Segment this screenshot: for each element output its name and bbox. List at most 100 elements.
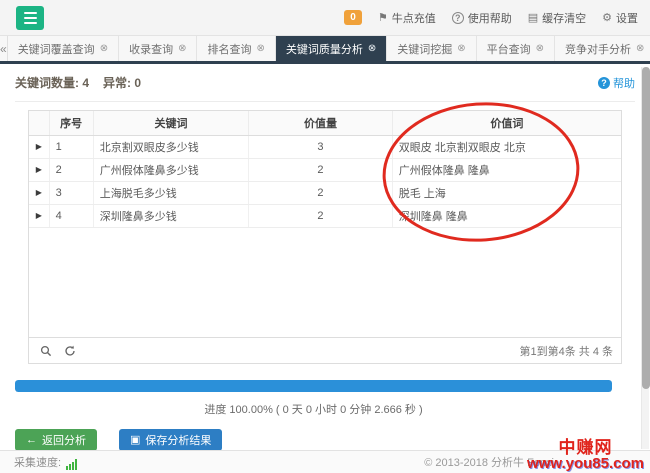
tab-竞争对手分析[interactable]: 竞争对手分析 ⊗ bbox=[555, 36, 650, 61]
progress-track bbox=[15, 380, 612, 392]
cache-clear-icon: ▤ bbox=[528, 11, 538, 24]
vertical-scrollbar bbox=[641, 67, 649, 449]
tab-close-icon[interactable]: ⊗ bbox=[536, 43, 544, 54]
save-button-label: 保存分析结果 bbox=[145, 432, 211, 448]
refresh-icon[interactable] bbox=[61, 342, 79, 360]
flag-icon: ⚑ bbox=[378, 11, 388, 24]
tab-label: 关键词质量分析 bbox=[286, 41, 363, 57]
tab-close-icon[interactable]: ⊗ bbox=[457, 43, 465, 54]
collect-speed-indicator: 采集速度: bbox=[14, 454, 77, 470]
col-header-index: 序号 bbox=[49, 111, 93, 135]
question-circle-icon: ? bbox=[598, 77, 610, 89]
grid-empty-area bbox=[29, 228, 621, 338]
table-row[interactable]: ▶1北京割双眼皮多少钱3双眼皮 北京割双眼皮 北京 bbox=[29, 135, 621, 158]
table-header-row: 序号 关键词 价值量 价值词 bbox=[29, 111, 621, 135]
tab-label: 关键词覆盖查询 bbox=[18, 41, 95, 57]
tab-close-icon[interactable]: ⊗ bbox=[636, 43, 644, 54]
row-keyword: 北京割双眼皮多少钱 bbox=[93, 135, 249, 158]
keyword-datagrid: 序号 关键词 价值量 价值词 ▶1北京割双眼皮多少钱3双眼皮 北京割双眼皮 北京… bbox=[28, 110, 622, 364]
topbar-item[interactable]: ⚑ 牛点充值 bbox=[378, 10, 436, 26]
arrow-left-icon: ← bbox=[26, 434, 37, 446]
row-value-count: 2 bbox=[249, 204, 392, 227]
help-label: 帮助 bbox=[613, 75, 635, 91]
action-buttons: ← 返回分析 ▣ 保存分析结果 bbox=[15, 429, 635, 451]
top-bar: 0 ⚑ 牛点充值? 使用帮助 ▤缓存清空 ⚙ 设置 bbox=[0, 0, 650, 36]
row-keyword: 深圳隆鼻多少钱 bbox=[93, 204, 249, 227]
col-header-value-count: 价值量 bbox=[249, 111, 392, 135]
main-content: 关键词数量: 4 异常: 0 ? 帮助 序号 关键词 价值量 bbox=[0, 64, 650, 451]
row-value-count: 2 bbox=[249, 181, 392, 204]
menu-button[interactable] bbox=[16, 6, 44, 30]
tab-排名查询[interactable]: 排名查询 ⊗ bbox=[197, 36, 275, 61]
status-bar: 采集速度: © 2013-2018 分析牛 Fenxi bbox=[0, 450, 650, 473]
tab-close-icon[interactable]: ⊗ bbox=[100, 43, 108, 54]
tab-关键词挖掘[interactable]: 关键词挖掘 ⊗ bbox=[387, 36, 476, 61]
signal-bars-icon bbox=[66, 459, 77, 470]
row-expander-icon[interactable]: ▶ bbox=[29, 181, 49, 204]
tab-关键词覆盖查询[interactable]: 关键词覆盖查询 ⊗ bbox=[8, 36, 119, 61]
row-expander-icon[interactable]: ▶ bbox=[29, 135, 49, 158]
abnormal-count-stat: 异常: 0 bbox=[103, 74, 141, 91]
topbar-item[interactable]: ▤缓存清空 bbox=[528, 10, 586, 26]
tab-label: 竞争对手分析 bbox=[565, 41, 631, 57]
tab-label: 平台查询 bbox=[487, 41, 531, 57]
row-index: 3 bbox=[49, 181, 93, 204]
tab-close-icon[interactable]: ⊗ bbox=[368, 43, 376, 54]
keyword-count-stat: 关键词数量: 4 bbox=[15, 74, 89, 91]
row-index: 4 bbox=[49, 204, 93, 227]
summary-row: 关键词数量: 4 异常: 0 ? 帮助 bbox=[15, 64, 635, 102]
row-index: 1 bbox=[49, 135, 93, 158]
table-row[interactable]: ▶2广州假体隆鼻多少钱2广州假体隆鼻 隆鼻 bbox=[29, 158, 621, 181]
topbar-item[interactable]: ⚙ 设置 bbox=[602, 10, 638, 26]
scrollbar-thumb[interactable] bbox=[642, 67, 650, 389]
row-value-words: 脱毛 上海 bbox=[392, 181, 621, 204]
topbar-item[interactable]: ? 使用帮助 bbox=[452, 10, 512, 26]
help-circle-icon: ? bbox=[452, 12, 464, 24]
tab-strip: 关键词覆盖查询⊗收录查询⊗排名查询⊗关键词质量分析⊗关键词挖掘⊗平台查询⊗竞争对… bbox=[8, 36, 650, 61]
row-expander-icon[interactable]: ▶ bbox=[29, 158, 49, 181]
row-expander-icon[interactable]: ▶ bbox=[29, 204, 49, 227]
tab-label: 排名查询 bbox=[207, 41, 251, 57]
tab-close-icon[interactable]: ⊗ bbox=[178, 43, 186, 54]
table-row[interactable]: ▶4深圳隆鼻多少钱2深圳隆鼻 隆鼻 bbox=[29, 204, 621, 227]
pagination-info: 第1到第4条 共 4 条 bbox=[519, 343, 613, 359]
tab-label: 收录查询 bbox=[129, 41, 173, 57]
tabs-scroll-left-button[interactable]: « bbox=[0, 36, 8, 61]
back-to-analysis-button[interactable]: ← 返回分析 bbox=[15, 429, 97, 451]
search-icon[interactable] bbox=[37, 342, 55, 360]
tab-bar: « 关键词覆盖查询⊗收录查询⊗排名查询⊗关键词质量分析⊗关键词挖掘⊗平台查询⊗竞… bbox=[0, 36, 650, 64]
progress-bar bbox=[15, 380, 612, 392]
col-header-keyword: 关键词 bbox=[93, 111, 249, 135]
tab-label: 关键词挖掘 bbox=[397, 41, 452, 57]
copyright-text: © 2013-2018 分析牛 Fenxi bbox=[424, 454, 640, 470]
help-link[interactable]: ? 帮助 bbox=[598, 75, 635, 91]
settings-icon: ⚙ bbox=[602, 11, 612, 24]
notification-badge: 0 bbox=[344, 10, 362, 25]
tab-收录查询[interactable]: 收录查询 ⊗ bbox=[119, 36, 197, 61]
grid-footer-toolbar: 第1到第4条 共 4 条 bbox=[29, 337, 621, 363]
save-icon: ▣ bbox=[130, 435, 140, 446]
row-keyword: 广州假体隆鼻多少钱 bbox=[93, 158, 249, 181]
progress-status-text: 进度 100.00% ( 0 天 0 小时 0 分钟 2.666 秒 ) bbox=[15, 401, 612, 417]
topbar-item-label: 设置 bbox=[616, 10, 638, 26]
row-value-words: 广州假体隆鼻 隆鼻 bbox=[392, 158, 621, 181]
col-header-value-words: 价值词 bbox=[392, 111, 621, 135]
topbar-item-label: 使用帮助 bbox=[468, 10, 512, 26]
tab-关键词质量分析[interactable]: 关键词质量分析 ⊗ bbox=[276, 36, 387, 61]
topbar-item-label: 牛点充值 bbox=[392, 10, 436, 26]
tab-close-icon[interactable]: ⊗ bbox=[256, 43, 264, 54]
row-value-words: 双眼皮 北京割双眼皮 北京 bbox=[392, 135, 621, 158]
keyword-table: 序号 关键词 价值量 价值词 ▶1北京割双眼皮多少钱3双眼皮 北京割双眼皮 北京… bbox=[29, 111, 621, 228]
collect-speed-label: 采集速度: bbox=[14, 454, 61, 470]
row-value-words: 深圳隆鼻 隆鼻 bbox=[392, 204, 621, 227]
row-value-count: 2 bbox=[249, 158, 392, 181]
tab-平台查询[interactable]: 平台查询 ⊗ bbox=[477, 36, 555, 61]
save-results-button[interactable]: ▣ 保存分析结果 bbox=[119, 429, 222, 451]
row-index: 2 bbox=[49, 158, 93, 181]
back-button-label: 返回分析 bbox=[42, 432, 86, 448]
expander-header bbox=[29, 111, 49, 135]
row-value-count: 3 bbox=[249, 135, 392, 158]
app-window: 0 ⚑牛点充值?使用帮助▤缓存清空⚙设置 « 关键词覆盖查询⊗收录查询⊗排名查询… bbox=[0, 0, 650, 473]
table-row[interactable]: ▶3上海脱毛多少钱2脱毛 上海 bbox=[29, 181, 621, 204]
topbar-actions: 0 ⚑ 牛点充值? 使用帮助 ▤缓存清空 ⚙ 设置 bbox=[344, 10, 638, 26]
